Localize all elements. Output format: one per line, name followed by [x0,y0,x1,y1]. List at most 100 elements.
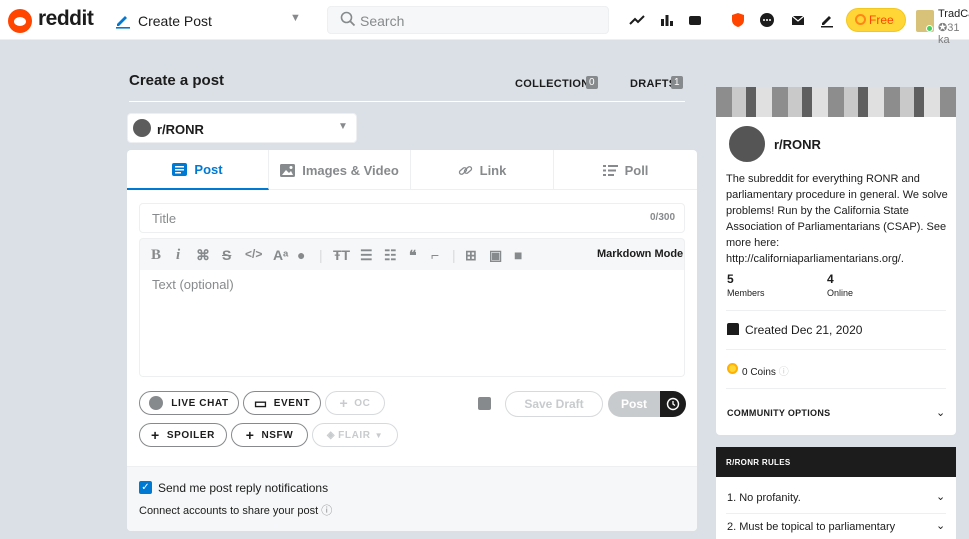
search-icon [340,11,356,27]
community-avatar [726,123,768,165]
create-post-icon[interactable] [818,11,836,29]
community-banner [716,87,956,117]
italic-icon[interactable]: i [176,247,180,264]
cake-icon [727,323,739,335]
spoiler-icon[interactable]: ● [297,247,305,263]
numbered-list-icon[interactable]: ☷ [384,247,397,264]
premium-free-label: Free [869,13,894,27]
spoiler-button[interactable]: + SPOILER [139,423,227,447]
save-draft-button[interactable]: Save Draft [505,391,603,417]
bulleted-list-icon[interactable]: ☰ [360,247,373,264]
chat-icon[interactable] [758,11,776,29]
chat-icon [149,396,164,410]
rule-item[interactable]: 2. Must be topical to parliamentary [727,521,895,533]
page-title: Create a post [129,72,225,89]
divider [726,310,946,311]
tab-post-label: Post [194,161,223,177]
code-block-icon[interactable]: ⌐ [431,247,439,263]
image-icon [280,163,296,177]
poll-icon [602,164,618,176]
quote-icon[interactable]: ❝ [409,247,417,264]
page-selector-label[interactable]: Create Post [138,13,212,29]
karma-count: ✪31 ka [938,22,960,46]
clock-icon [666,397,680,411]
tab-images-video[interactable]: Images & Video [269,150,411,190]
created-date: Created Dec 21, 2020 [745,323,863,337]
tab-link[interactable]: Link [411,150,554,190]
bold-icon[interactable]: B [151,247,161,264]
reddit-logo-face [14,17,26,26]
shield-icon[interactable] [729,11,747,29]
post-icon [172,162,188,176]
info-icon[interactable]: ⓘ [321,505,332,517]
heading-icon[interactable]: ŦT [333,247,350,263]
plus-icon: + [339,395,349,411]
plus-icon: + [245,427,255,443]
coin-icon [727,363,738,374]
chevron-down-icon[interactable]: ▼ [338,121,348,132]
community-name[interactable]: r/RONR [774,137,821,152]
image-icon[interactable]: ▣ [489,247,502,264]
strikethrough-icon[interactable]: S [222,247,231,263]
link-icon [458,165,472,175]
chevron-down-icon[interactable]: ▼ [290,12,301,24]
rules-title: R/RONR RULES [726,458,791,467]
username[interactable]: TradCat [938,8,969,20]
plus-icon: + [151,427,160,443]
rule-item[interactable]: 1. No profanity. [727,492,801,504]
online-status-icon [926,25,933,32]
notifications-label: Send me post reply notifications [158,481,329,495]
community-options-toggle[interactable]: COMMUNITY OPTIONS [727,408,830,418]
chevron-down-icon[interactable]: ⌄ [936,519,945,532]
schedule-post-button[interactable] [660,391,686,417]
chevron-down-icon[interactable]: ⌄ [936,490,945,503]
markdown-mode-button[interactable]: Markdown Mode [597,248,683,260]
chevron-down-icon: ▼ [374,430,384,440]
inline-code-icon[interactable]: </> [245,247,262,261]
tab-images-video-label: Images & Video [302,162,399,178]
collections-tab[interactable]: COLLECTIONS [515,78,597,90]
flair-button[interactable]: ◈ FLAIR ▼ [312,423,398,447]
tab-link-label: Link [479,162,507,178]
drafts-tab[interactable]: DRAFTS [630,78,676,90]
notifications-checkbox[interactable]: ✓ [139,481,152,494]
live-chat-button[interactable]: LIVE CHAT [139,391,239,415]
reddit-wordmark[interactable]: reddit [38,7,94,31]
toolbar-separator: | [452,247,456,263]
tag-icon: ◈ [326,429,336,441]
superscript-icon[interactable]: Aᵃ [273,247,288,263]
drafts-count-badge: 1 [671,76,683,89]
title-char-count: 0/300 [650,212,676,223]
members-label: Members [727,288,765,298]
divider [726,513,946,514]
pencil-icon [116,16,130,29]
insert-image-icon[interactable] [478,397,491,410]
nsfw-button[interactable]: + NSFW [231,423,308,447]
coins-count: 0 Coins ⓘ [742,367,789,378]
search-placeholder: Search [360,13,405,29]
tab-poll-label: Poll [624,162,649,178]
divider [726,388,946,389]
title-placeholder: Title [152,211,177,226]
title-input[interactable] [139,203,685,233]
video-icon[interactable]: ■ [514,247,522,263]
link-icon[interactable]: ⌘ [196,247,210,264]
table-icon[interactable]: ⊞ [465,247,477,264]
online-count: 4 [827,272,834,286]
post-button[interactable]: Post [608,391,660,417]
oc-label: OC [354,397,371,409]
oc-button[interactable]: + OC [325,391,385,415]
info-icon[interactable]: ⓘ [779,367,789,378]
chevron-down-icon[interactable]: ⌄ [936,406,945,419]
coin-icon [855,14,866,25]
community-description: The subreddit for everything RONR and pa… [726,173,948,265]
video-icon[interactable] [686,11,704,29]
tab-post[interactable]: Post [127,150,269,190]
leaderboard-icon[interactable] [658,11,676,29]
trending-icon[interactable] [628,11,646,29]
tab-poll[interactable]: Poll [554,150,697,190]
connect-accounts-label: Connect accounts to share your post ⓘ [139,505,333,517]
mail-icon[interactable] [789,11,807,29]
divider [129,101,685,102]
event-button[interactable]: ▭ EVENT [243,391,321,415]
